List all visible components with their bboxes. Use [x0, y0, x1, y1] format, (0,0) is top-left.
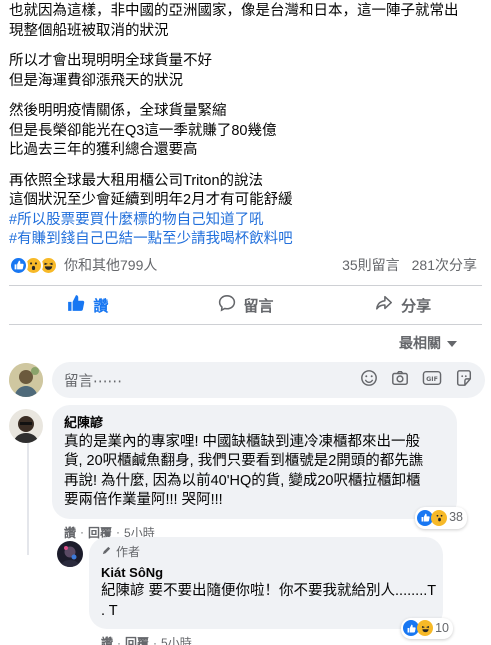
comment-line: 紀陳諺 要不要出隨便你啦！你不要我就給別人........T	[101, 583, 437, 599]
share-count[interactable]: 281次分享	[412, 255, 477, 275]
comment-line: . T	[101, 602, 118, 619]
post-line: 再依照全球最大租用櫃公司Triton的說法	[9, 172, 264, 189]
post-line: 所以才會出現明明全球貨量不好	[9, 53, 212, 69]
post-body: 也就因為這樣，非中國的亞洲國家，像是台灣和日本，這一陣子就常出 現整個船班被取消…	[9, 2, 485, 250]
thread-line	[27, 435, 29, 555]
comment: 紀陳諺 真的是業內的專家哩! 中國缺櫃缺到連冷凍櫃都來出一般 貨, 20呎櫃鹹魚…	[52, 405, 467, 541]
camera-icon[interactable]	[391, 369, 409, 391]
gif-icon[interactable]: GIF	[422, 369, 442, 391]
thumbs-up-icon	[67, 294, 85, 316]
commenter-avatar[interactable]	[9, 409, 43, 443]
post-paragraph: 所以才會出現明明全球貨量不好 但是海運費卻漲飛天的狀況	[9, 52, 485, 91]
reaction-count: 38	[449, 510, 463, 524]
divider	[9, 324, 482, 325]
comment-reactions[interactable]: 10	[401, 617, 453, 639]
wow-reaction-icon	[431, 509, 448, 526]
comment-meta: 讚 · 回覆 · 5小時	[89, 634, 443, 645]
like-button[interactable]: 讚	[9, 288, 167, 322]
share-label: 分享	[401, 297, 432, 315]
sort-label: 最相關	[399, 335, 441, 351]
author-badge: 作者	[101, 543, 431, 563]
post-line: 但是長榮卻能光在Q3這一季就賺了80幾億	[9, 122, 277, 139]
emoji-icon[interactable]	[360, 369, 378, 391]
comment-like-link[interactable]: 讚	[101, 634, 113, 645]
comment-placeholder: 留言⋯⋯	[64, 373, 122, 390]
hashtag-link[interactable]: #所以股票要買什麼標的物自己知道了吼	[9, 211, 485, 231]
author-pen-icon	[101, 543, 112, 563]
comment-button[interactable]: 留言	[167, 288, 325, 322]
avatar[interactable]	[9, 363, 43, 397]
engagement-counts: 35則留言 281次分享	[342, 255, 477, 275]
haha-reaction-icon	[417, 620, 434, 637]
like-label: 讚	[93, 297, 109, 315]
sticker-icon[interactable]	[455, 369, 473, 391]
post-paragraph: 也就因為這樣，非中國的亞洲國家，像是台灣和日本，這一陣子就常出 現整個船班被取消…	[9, 2, 485, 41]
reaction-icons[interactable]	[9, 255, 58, 275]
post-paragraph: 然後明明疫情關係，全球貨量緊縮 但是長榮卻能光在Q3這一季就賺了80幾億 比過去…	[9, 102, 485, 161]
caret-down-icon	[447, 335, 457, 351]
comment-input[interactable]: 留言⋯⋯ GIF	[52, 362, 485, 398]
reaction-count: 10	[435, 620, 449, 635]
post-line: 這個狀況至少會延續到明年2月才有可能舒緩	[9, 192, 293, 208]
comment-line: 要兩倍作業量阿!!! 哭阿!!!	[64, 492, 223, 508]
separator: ·	[80, 525, 85, 539]
share-icon	[375, 294, 393, 316]
post-action-bar: 讚 留言 分享	[9, 288, 482, 322]
comment-icon	[218, 294, 236, 316]
composer-tools: GIF	[360, 369, 485, 391]
comment-author[interactable]: 紀陳諺	[64, 413, 445, 433]
comment-bubble: 作者 Kiát SôNg 紀陳諺 要不要出隨便你啦！你不要我就給別人......…	[89, 537, 453, 639]
post-line: 現整個船班被取消的狀況	[9, 22, 169, 39]
post-paragraph: 再依照全球最大租用櫃公司Triton的說法 這個狀況至少會延續到明年2月才有可能…	[9, 172, 485, 211]
comment-author[interactable]: Kiát SôNg	[101, 563, 431, 583]
comment-label: 留言	[243, 297, 274, 315]
comment-line: 貨, 20呎櫃鹹魚翻身, 我們只要看到櫃號是2開頭的都先譙	[64, 453, 424, 469]
comment-reactions[interactable]: 38	[415, 507, 467, 529]
comment-timestamp[interactable]: 5小時	[161, 634, 192, 645]
reply-comment: 作者 Kiát SôNg 紀陳諺 要不要出隨便你啦！你不要我就給別人......…	[89, 537, 453, 645]
post-line: 但是海運費卻漲飛天的狀況	[9, 72, 183, 89]
like-reaction-icon	[9, 255, 28, 275]
comment-composer: 留言⋯⋯ GIF	[9, 362, 485, 398]
post-line: 也就因為這樣，非中國的亞洲國家，像是台灣和日本，這一陣子就常出	[9, 3, 459, 19]
post-line: 比過去三年的獲利總合還要高	[9, 142, 198, 158]
hashtag-link[interactable]: #有賺到錢自己巴結一點至少請我喝杯飲料吧	[9, 230, 485, 250]
svg-text:GIF: GIF	[426, 376, 438, 383]
author-badge-label: 作者	[116, 545, 141, 559]
comment-line: 再說! 為什麼, 因為以前40'HQ的貨, 變成20呎櫃拉櫃卸櫃	[64, 472, 421, 489]
divider	[9, 285, 482, 286]
comment-count[interactable]: 35則留言	[342, 255, 400, 275]
comment-reply-link[interactable]: 回覆	[125, 634, 149, 645]
reply-author-avatar[interactable]	[57, 541, 83, 567]
reactions-summary: 你和其他799人 35則留言 281次分享	[9, 254, 477, 276]
comment-bubble: 紀陳諺 真的是業內的專家哩! 中國缺櫃缺到連冷凍櫃都來出一般 貨, 20呎櫃鹹魚…	[52, 405, 467, 529]
post-line: 然後明明疫情關係，全球貨量緊縮	[9, 103, 227, 119]
separator: ·	[117, 635, 122, 645]
separator: ·	[153, 635, 158, 645]
comment-line: 真的是業內的專家哩! 中國缺櫃缺到連冷凍櫃都來出一般	[64, 433, 421, 450]
share-button[interactable]: 分享	[324, 288, 482, 322]
comment-sort-dropdown[interactable]: 最相關	[399, 333, 457, 353]
reaction-names[interactable]: 你和其他799人	[64, 255, 157, 275]
comment-like-link[interactable]: 讚	[64, 524, 76, 541]
